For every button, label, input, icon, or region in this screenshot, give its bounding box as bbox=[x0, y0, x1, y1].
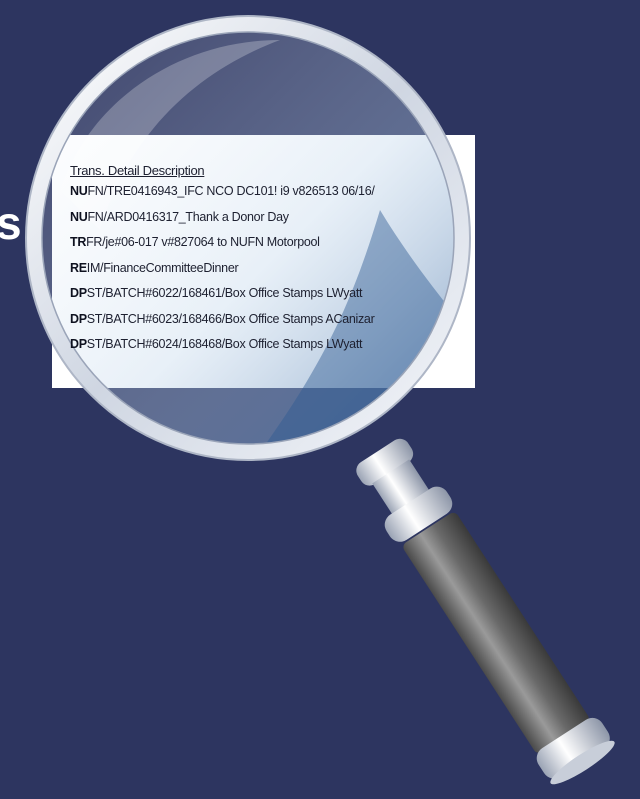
list-item: NUFN/TRE0416943_IFC NCO DC101! i9 v82651… bbox=[70, 183, 475, 209]
type-code: DP bbox=[70, 286, 87, 300]
magnifier-handle bbox=[356, 438, 615, 785]
list-item: DPST/BATCH#6024/168468/Box Office Stamps… bbox=[70, 336, 475, 362]
type-code: TR bbox=[70, 235, 87, 249]
description-text: FR/je#06-017 v#827064 to NUFN Motorpool bbox=[86, 235, 320, 249]
type-code: NU bbox=[70, 209, 88, 224]
description-text: ST/BATCH#6023/168466/Box Office Stamps A… bbox=[86, 311, 375, 326]
type-code: RE bbox=[70, 260, 87, 275]
list-item: DPST/BATCH#6022/168461/Box Office Stamps… bbox=[70, 285, 475, 311]
list-heading: Trans. Detail Description bbox=[70, 163, 205, 178]
description-text: ST/BATCH#6024/168468/Box Office Stamps L… bbox=[86, 337, 363, 351]
description-text: FN/TRE0416943_IFC NCO DC101! i9 v826513 … bbox=[87, 184, 375, 198]
list-item: DPST/BATCH#6023/168466/Box Office Stamps… bbox=[70, 311, 475, 337]
transaction-detail-list: Trans. Detail Description NUFN/TRE041694… bbox=[70, 163, 475, 362]
cropped-text-top: s bbox=[0, 197, 22, 249]
description-text: FN/ARD0416317_Thank a Donor Day bbox=[87, 209, 289, 224]
list-item: TRFR/je#06-017 v#827064 to NUFN Motorpoo… bbox=[70, 234, 475, 260]
description-text: IM/FinanceCommitteeDinner bbox=[86, 260, 239, 275]
list-item: REIM/FinanceCommitteeDinner bbox=[70, 260, 475, 286]
type-code: NU bbox=[70, 184, 88, 198]
type-code: DP bbox=[70, 311, 87, 326]
description-text: ST/BATCH#6022/168461/Box Office Stamps L… bbox=[86, 286, 363, 300]
list-item: NUFN/ARD0416317_Thank a Donor Day bbox=[70, 209, 475, 235]
type-code: DP bbox=[70, 337, 87, 351]
